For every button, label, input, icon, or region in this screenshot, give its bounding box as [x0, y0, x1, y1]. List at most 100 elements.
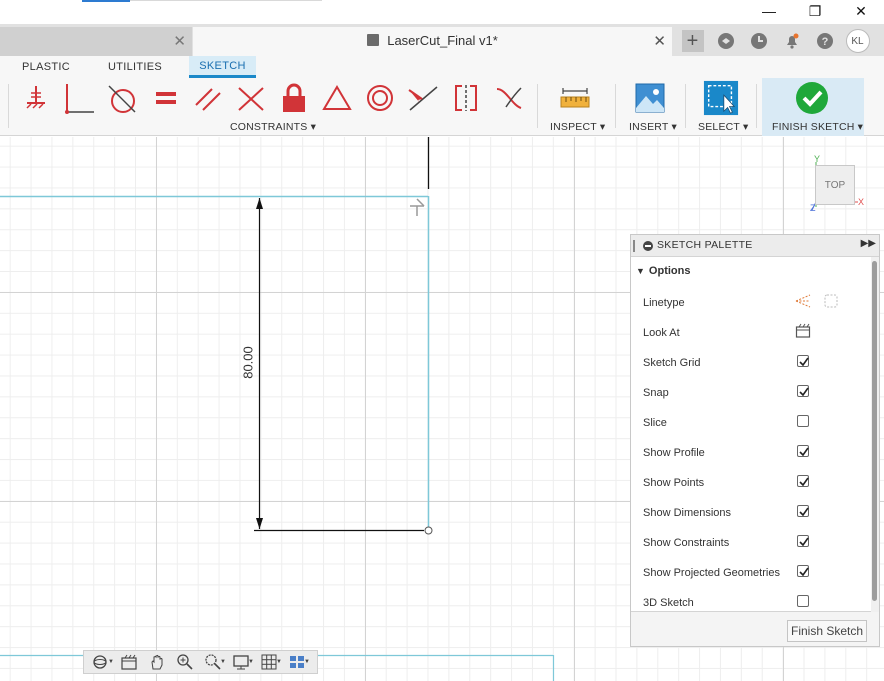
- insert-image-button[interactable]: [632, 80, 668, 116]
- zoom-button[interactable]: [172, 652, 198, 672]
- extensions-icon: [717, 33, 734, 49]
- parallel-constraint-button[interactable]: [190, 80, 226, 116]
- document-title: LaserCut_Final v1*: [193, 33, 672, 48]
- notifications-button[interactable]: [775, 27, 808, 55]
- minimize-button[interactable]: —: [746, 0, 792, 22]
- options-section-header[interactable]: ▼ Options: [636, 265, 690, 277]
- display-settings-button[interactable]: ▼: [228, 652, 254, 672]
- inspect-menu[interactable]: INSPECT ▾: [550, 121, 605, 133]
- look-at-nav-button[interactable]: [116, 652, 142, 672]
- select-cursor-icon: [703, 80, 739, 116]
- sketch-point[interactable]: [424, 526, 433, 535]
- user-profile-button[interactable]: KL: [841, 27, 874, 55]
- finish-sketch-palette-button[interactable]: Finish Sketch: [787, 620, 867, 642]
- sketch-grid-checkbox[interactable]: [797, 355, 809, 367]
- insert-menu[interactable]: INSERT ▾: [629, 121, 677, 133]
- new-tab-button[interactable]: +: [676, 27, 709, 55]
- show-profile-checkbox[interactable]: [797, 445, 809, 457]
- triangle-icon: [322, 85, 352, 110]
- fit-button[interactable]: ▼: [200, 652, 226, 672]
- finish-sketch-menu[interactable]: FINISH SKETCH ▾: [772, 121, 863, 133]
- hand-icon: [151, 654, 163, 670]
- help-icon: ?: [816, 33, 833, 49]
- palette-row-show-projected-geometries: Show Projected Geometries: [643, 558, 868, 588]
- show-constraints-checkbox[interactable]: [797, 535, 809, 547]
- row-label: Show Projected Geometries: [643, 567, 780, 579]
- construction-linetype-icon[interactable]: [794, 293, 812, 309]
- curvature-constraint-button[interactable]: [491, 80, 527, 116]
- extensions-button[interactable]: [709, 27, 742, 55]
- concentric-icon: [367, 85, 393, 111]
- row-label: Slice: [643, 417, 667, 429]
- palette-row-show-profile: Show Profile: [643, 438, 868, 468]
- view-cube[interactable]: TOP: [815, 165, 855, 205]
- dimension-value[interactable]: 80.00: [241, 340, 256, 386]
- perpendicular-glyph-icon: [410, 198, 425, 216]
- palette-header[interactable]: SKETCH PALETTE ▶▶: [631, 235, 879, 257]
- ribbon-divider: [685, 84, 686, 128]
- help-button[interactable]: ?: [808, 27, 841, 55]
- close-window-button[interactable]: ✕: [838, 0, 884, 22]
- viewports-button[interactable]: ▼: [284, 652, 310, 672]
- drag-handle-icon[interactable]: [633, 240, 635, 252]
- select-menu[interactable]: SELECT ▾: [698, 121, 748, 133]
- constraints-menu[interactable]: CONSTRAINTS ▾: [230, 121, 316, 133]
- axis-y-label: Y: [814, 154, 821, 164]
- tab-sketch[interactable]: SKETCH: [189, 56, 256, 78]
- job-status-button[interactable]: [742, 27, 775, 55]
- show-points-checkbox[interactable]: [797, 475, 809, 487]
- axis-x-label: X: [858, 197, 865, 207]
- collapse-icon[interactable]: [643, 241, 653, 251]
- dropdown-arrow-icon: ▼: [304, 659, 310, 665]
- snap-checkbox[interactable]: [797, 385, 809, 397]
- ribbon-divider: [615, 84, 616, 128]
- measure-button[interactable]: [557, 80, 593, 116]
- symmetry-constraint-button[interactable]: [448, 80, 484, 116]
- palette-row-show-constraints: Show Constraints: [643, 528, 868, 558]
- concentric-constraint-button[interactable]: [362, 80, 398, 116]
- perpendicular-constraint-button[interactable]: [60, 80, 96, 116]
- palette-row-sketch-grid: Sketch Grid: [643, 348, 868, 378]
- 3d-sketch-checkbox[interactable]: [797, 595, 809, 607]
- midpoint-icon: [408, 86, 438, 111]
- tangent-constraint-button[interactable]: [104, 80, 140, 116]
- look-at-icon[interactable]: [795, 323, 811, 339]
- lock-constraint-button[interactable]: [276, 80, 312, 116]
- scrollbar-thumb[interactable]: [872, 261, 877, 601]
- midpoint-constraint-button[interactable]: [405, 80, 441, 116]
- equal-constraint-button[interactable]: [148, 80, 184, 116]
- maximize-button[interactable]: ❐: [792, 0, 838, 22]
- palette-row-3d-sketch: 3D Sketch: [643, 588, 868, 618]
- tab-utilities[interactable]: UTILITIES: [102, 56, 168, 78]
- palette-row-snap: Snap: [643, 378, 868, 408]
- finish-sketch-button[interactable]: [794, 80, 830, 116]
- row-label: Show Points: [643, 477, 705, 489]
- triangle-constraint-button[interactable]: [319, 80, 355, 116]
- slice-checkbox[interactable]: [797, 415, 809, 427]
- expand-palette-icon[interactable]: ▶▶: [861, 238, 876, 249]
- close-tab-icon[interactable]: ✕: [653, 32, 666, 50]
- title-accent-line: [130, 0, 322, 1]
- grid-settings-button[interactable]: ▼: [256, 652, 282, 672]
- document-cube-icon: [367, 34, 380, 46]
- centerline-linetype-icon[interactable]: [823, 293, 839, 309]
- row-label: 3D Sketch: [643, 597, 694, 609]
- fix-constraint-button[interactable]: [18, 80, 54, 116]
- coincident-constraint-button[interactable]: [233, 80, 269, 116]
- show-projected-geometries-checkbox[interactable]: [797, 565, 809, 577]
- collapse-triangle-icon: ▼: [636, 266, 645, 276]
- checkmark-icon: [799, 357, 809, 367]
- show-dimensions-checkbox[interactable]: [797, 505, 809, 517]
- select-button[interactable]: [703, 80, 739, 116]
- close-tab-icon[interactable]: ✕: [173, 32, 186, 50]
- palette-row-show-points: Show Points: [643, 468, 868, 498]
- bell-icon: [786, 33, 798, 49]
- document-tab-active[interactable]: LaserCut_Final v1* ✕: [193, 27, 672, 56]
- document-tab-inactive[interactable]: ✕: [0, 27, 192, 56]
- pan-button[interactable]: [144, 652, 170, 672]
- look-at-icon: [121, 654, 137, 670]
- palette-scrollbar[interactable]: [871, 257, 879, 612]
- perpendicular-icon: [65, 84, 94, 114]
- tab-plastic[interactable]: PLASTIC: [14, 56, 78, 78]
- orbit-button[interactable]: ▼: [88, 652, 114, 672]
